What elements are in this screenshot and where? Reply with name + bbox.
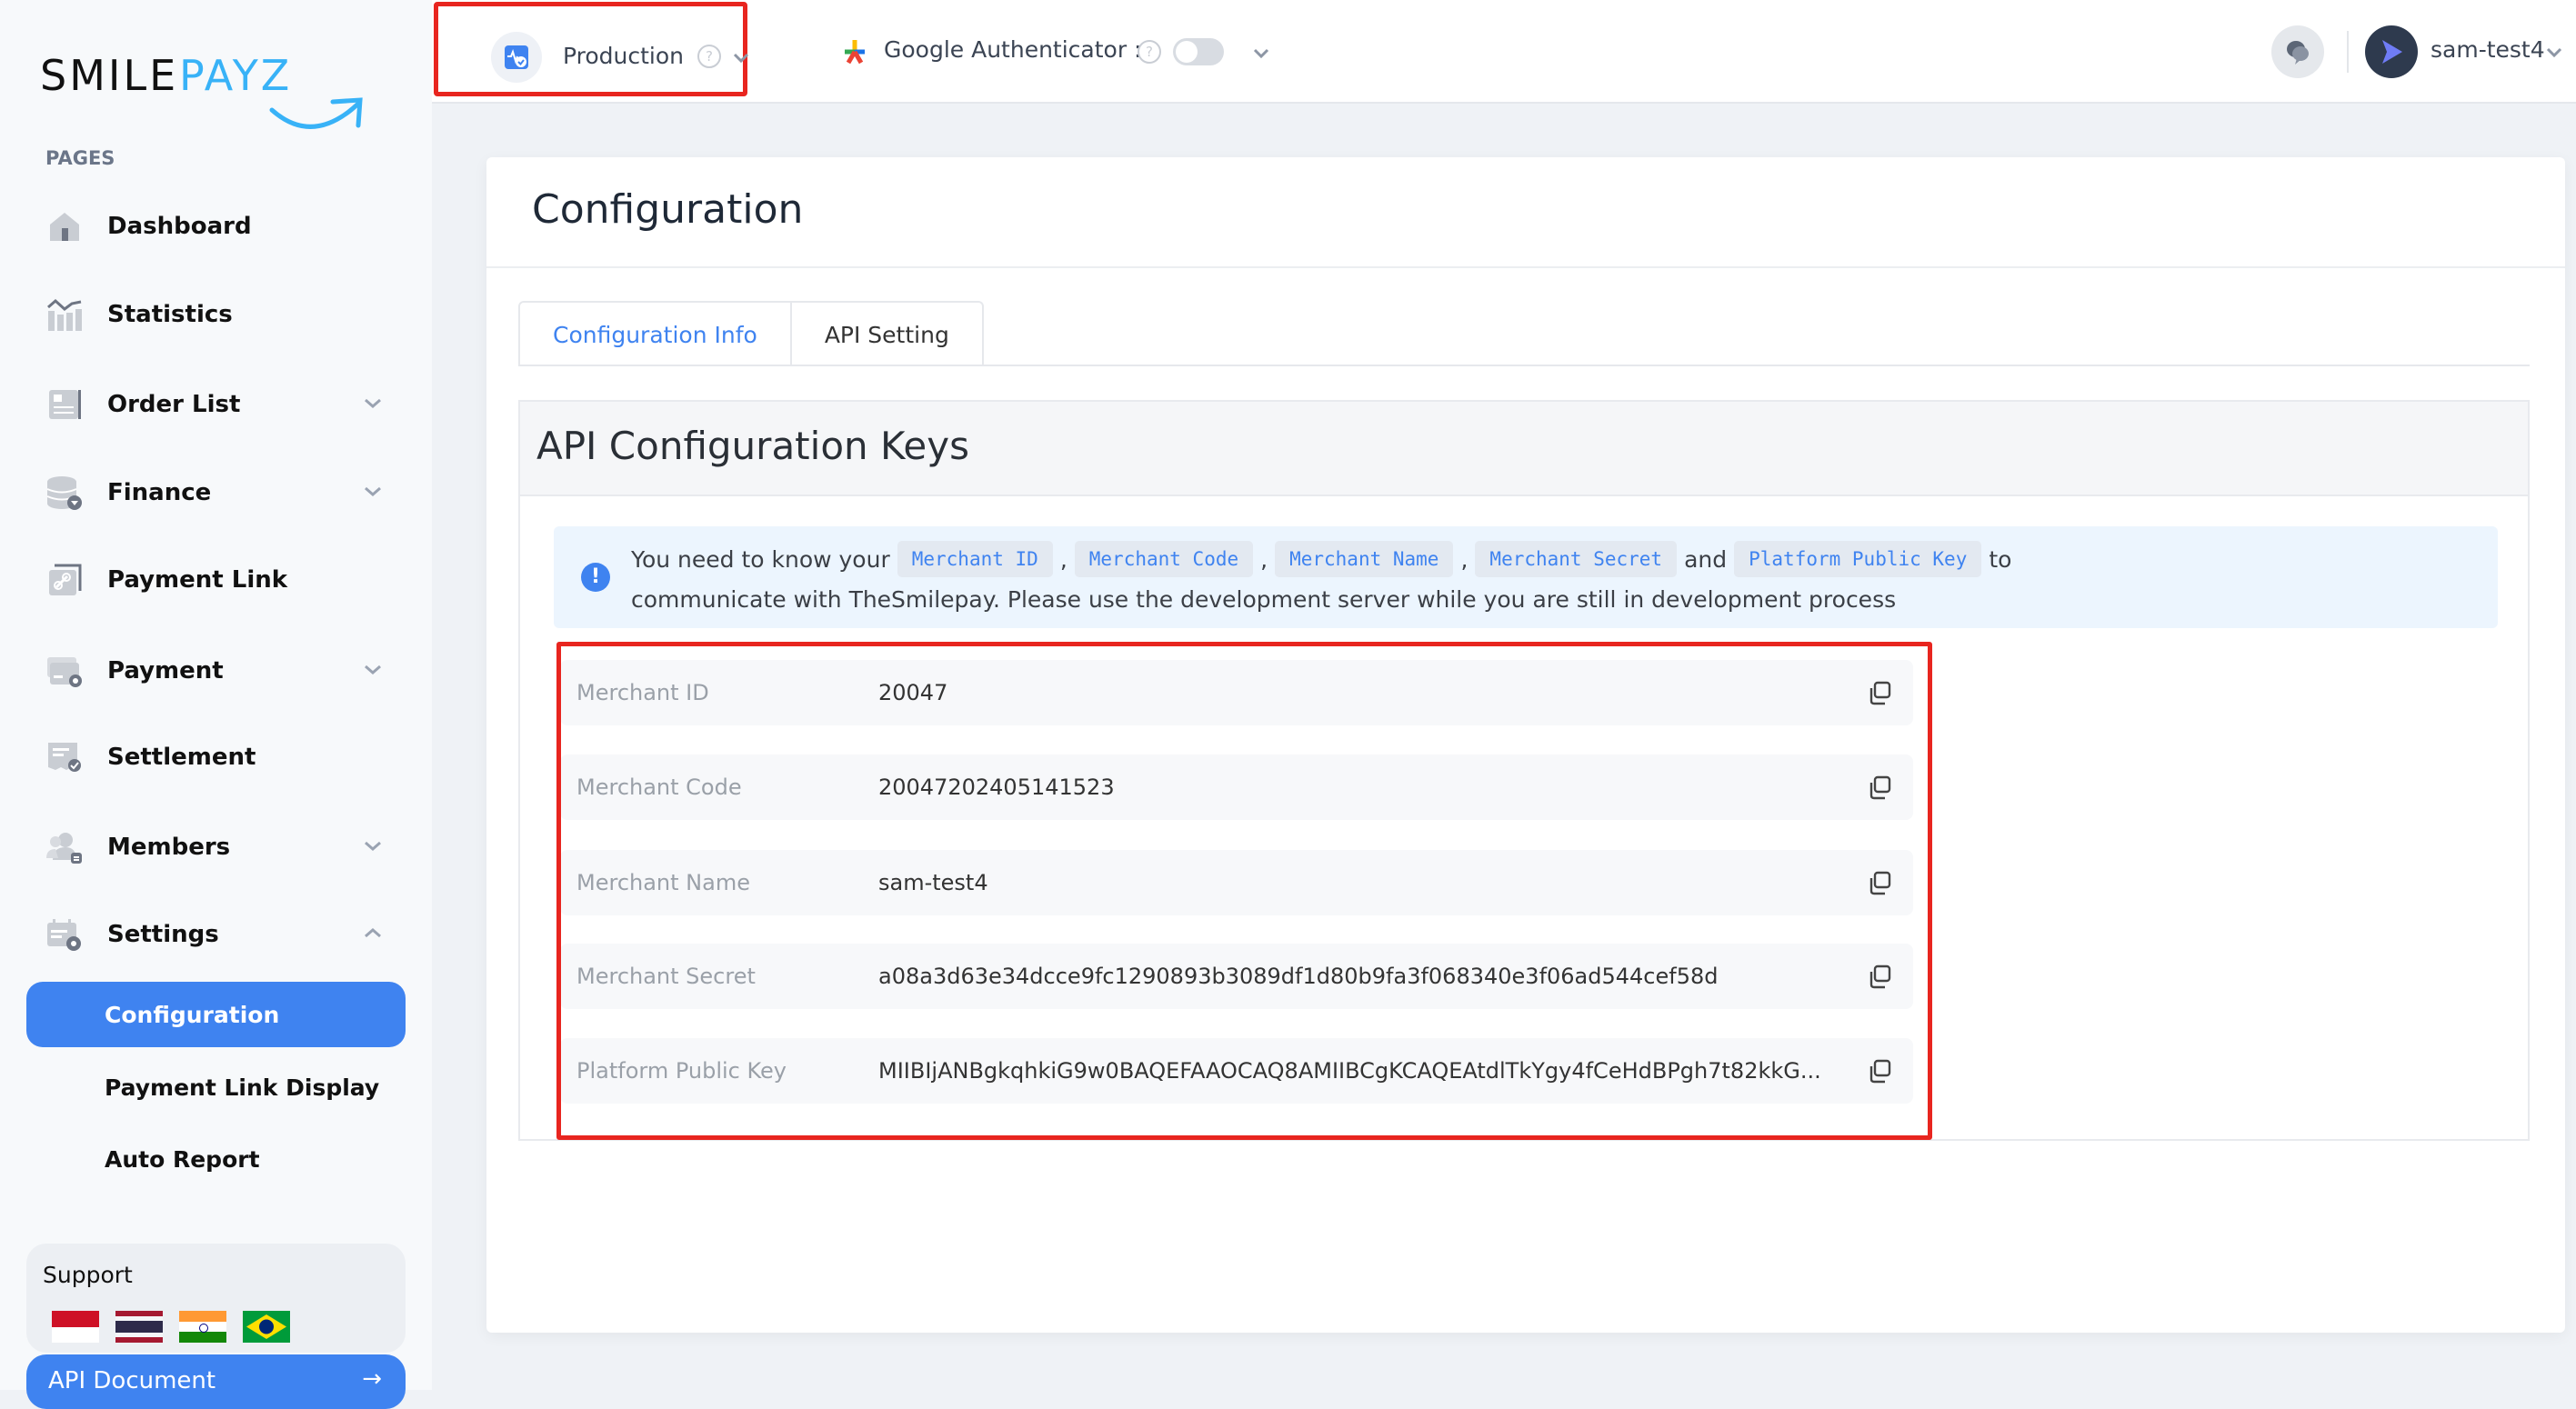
sidebar-subitem-auto-report[interactable]: Auto Report xyxy=(26,1126,406,1192)
chevron-down-icon[interactable] xyxy=(362,481,384,503)
help-icon[interactable]: ? xyxy=(1138,40,1161,64)
brazil-flag[interactable] xyxy=(243,1311,290,1343)
sidebar-subitem-configuration[interactable]: Configuration xyxy=(26,982,406,1047)
google-authenticator-icon xyxy=(845,40,865,65)
sidebar-item-label: Finance xyxy=(107,479,212,506)
sidebar-item-settlement[interactable]: Settlement xyxy=(45,730,400,784)
code-merchant-secret: Merchant Secret xyxy=(1475,541,1678,577)
tab-configuration-info[interactable]: Configuration Info xyxy=(518,301,792,366)
chevron-down-icon[interactable] xyxy=(1251,44,1271,64)
order-list-icon xyxy=(45,385,84,424)
environment-check-icon xyxy=(505,45,528,69)
sidebar-item-label: Settings xyxy=(107,921,219,948)
api-document-label: API Document xyxy=(48,1367,216,1394)
comma: , xyxy=(1460,545,1468,573)
tabs-underline xyxy=(518,365,2530,366)
sidebar: SMILE PAYZ PAGES Dashboard Statistics Or… xyxy=(0,0,432,1409)
keys-highlight-box xyxy=(556,642,1932,1140)
code-merchant-name: Merchant Name xyxy=(1275,541,1454,577)
sidebar-item-statistics[interactable]: Statistics xyxy=(45,287,400,342)
sidebar-item-label: Members xyxy=(107,834,231,861)
topbar-divider xyxy=(2347,31,2349,73)
sidebar-item-order-list[interactable]: Order List xyxy=(45,377,400,432)
alert-suffix: to xyxy=(1989,545,2012,573)
chevron-up-icon[interactable] xyxy=(362,923,384,944)
logo-text-smile: SMILE xyxy=(40,51,179,100)
sidebar-item-dashboard[interactable]: Dashboard xyxy=(45,199,400,254)
alert-and: and xyxy=(1684,545,1728,573)
comma: , xyxy=(1059,545,1067,573)
chart-icon xyxy=(45,295,84,334)
code-merchant-code: Merchant Code xyxy=(1074,541,1254,577)
support-title: Support xyxy=(43,1262,133,1288)
payment-card-settings-icon xyxy=(45,652,84,690)
sidebar-item-settings[interactable]: Settings xyxy=(45,907,400,962)
sidebar-item-label: Payment Link xyxy=(107,566,288,594)
environment-selector[interactable]: Production ? xyxy=(434,2,749,96)
divider xyxy=(486,266,2565,268)
payment-link-icon xyxy=(45,561,84,599)
environment-label: Production xyxy=(563,43,685,69)
info-exclamation-icon: ! xyxy=(581,563,610,592)
info-alert: ! You need to know your Merchant ID , Me… xyxy=(554,526,2498,628)
thailand-flag[interactable] xyxy=(115,1311,163,1343)
code-platform-public-key: Platform Public Key xyxy=(1734,541,1982,577)
sidebar-subitem-label: Configuration xyxy=(105,1001,280,1028)
google-authenticator-label: Google Authenticator : xyxy=(884,36,1142,63)
alert-line-2: communicate with TheSmilepay. Please use… xyxy=(631,586,1897,613)
support-panel: Support xyxy=(26,1244,406,1353)
sidebar-item-label: Order List xyxy=(107,391,241,418)
chevron-down-icon[interactable] xyxy=(362,659,384,681)
sidebar-item-label: Payment xyxy=(107,657,224,685)
home-icon xyxy=(45,207,84,245)
comma: , xyxy=(1260,545,1268,573)
indonesia-flag[interactable] xyxy=(52,1311,99,1343)
help-icon[interactable]: ? xyxy=(697,45,721,68)
code-merchant-id: Merchant ID xyxy=(897,541,1053,577)
send-arrow-icon xyxy=(2382,40,2402,64)
smilepayz-logo[interactable]: SMILE PAYZ xyxy=(40,51,363,129)
top-bar: Production ? Google Authenticator : ? sa… xyxy=(432,0,2576,104)
page-title: Configuration xyxy=(532,186,804,233)
chat-bubble-icon xyxy=(2287,41,2309,65)
arrow-right-icon: → xyxy=(362,1365,382,1393)
sidebar-subitem-label: Payment Link Display xyxy=(105,1074,380,1101)
sidebar-item-label: Settlement xyxy=(107,744,256,771)
tab-bar: Configuration Info API Setting xyxy=(518,301,984,366)
sidebar-item-label: Statistics xyxy=(107,301,233,328)
sidebar-subitem-label: Auto Report xyxy=(105,1145,260,1173)
api-keys-header: API Configuration Keys xyxy=(520,402,2528,496)
pages-section-label: PAGES xyxy=(45,147,115,169)
settlement-receipt-icon xyxy=(45,738,84,776)
members-icon xyxy=(45,828,84,866)
sidebar-subitem-payment-link-display[interactable]: Payment Link Display xyxy=(26,1054,406,1120)
settings-calendar-icon xyxy=(45,915,84,954)
chevron-down-icon[interactable] xyxy=(731,48,751,68)
section-title: API Configuration Keys xyxy=(536,424,970,468)
sidebar-item-payment-link[interactable]: Payment Link xyxy=(45,553,400,607)
chevron-down-icon[interactable] xyxy=(362,835,384,857)
india-flag[interactable] xyxy=(179,1311,226,1343)
chat-button[interactable] xyxy=(2271,25,2324,78)
user-name[interactable]: sam-test4 xyxy=(2431,36,2545,63)
tab-api-setting[interactable]: API Setting xyxy=(791,301,984,366)
sidebar-item-members[interactable]: Members xyxy=(45,820,400,874)
logo-arrow-icon xyxy=(269,97,363,129)
sidebar-item-finance[interactable]: Finance xyxy=(45,465,400,520)
alert-prefix: You need to know your xyxy=(631,545,890,573)
sidebar-item-payment[interactable]: Payment xyxy=(45,644,400,698)
finance-database-icon xyxy=(45,474,84,512)
user-avatar[interactable] xyxy=(2365,25,2418,78)
environment-icon-wrap xyxy=(491,32,542,83)
google-authenticator-toggle[interactable] xyxy=(1173,38,1224,65)
sidebar-item-label: Dashboard xyxy=(107,213,252,240)
api-document-button[interactable]: API Document → xyxy=(26,1354,406,1409)
toggle-knob xyxy=(1176,41,1198,63)
alert-line-1: You need to know your Merchant ID , Merc… xyxy=(631,541,2011,577)
chevron-down-icon[interactable] xyxy=(2545,44,2563,62)
chevron-down-icon[interactable] xyxy=(362,393,384,415)
